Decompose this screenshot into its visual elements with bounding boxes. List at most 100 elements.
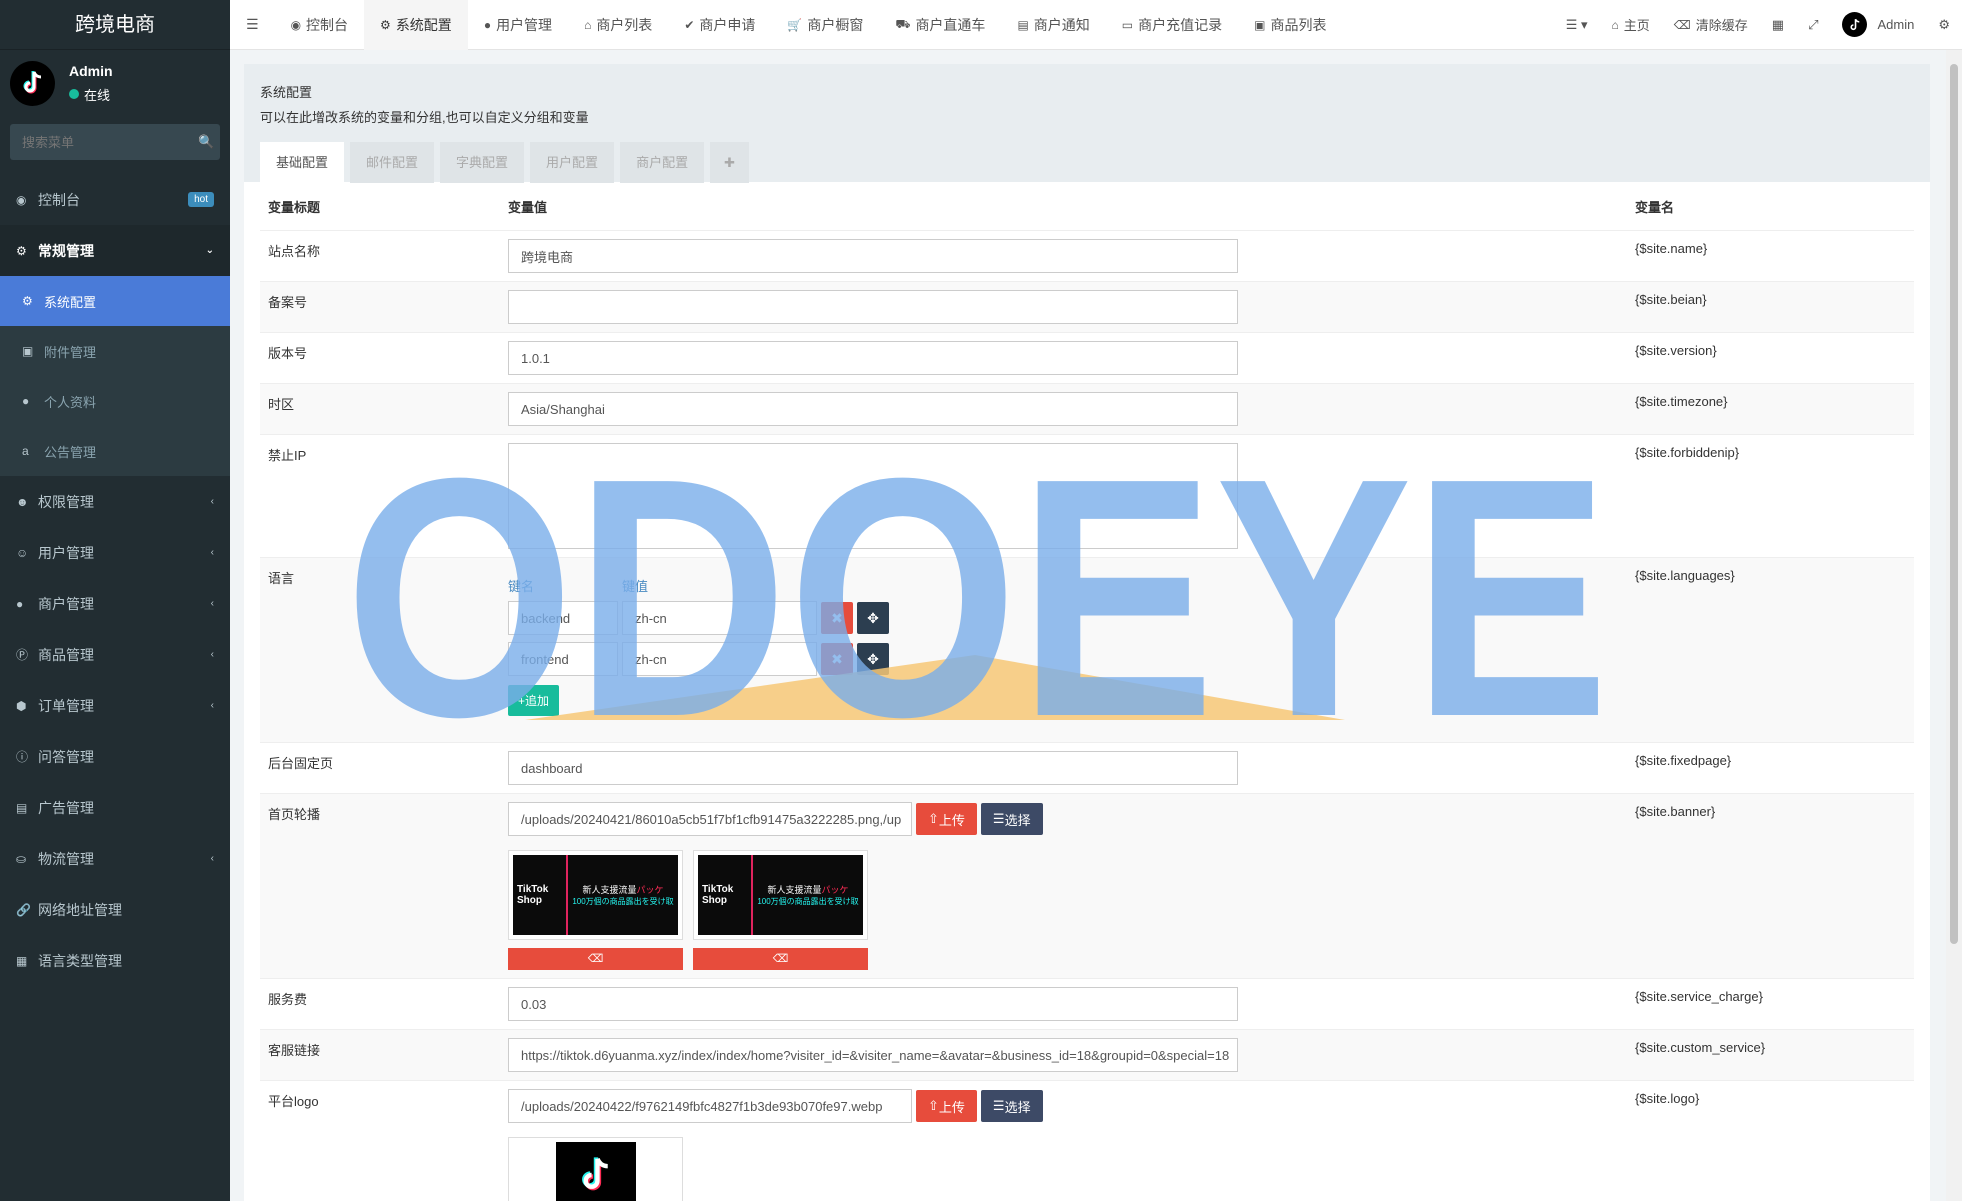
select-button[interactable]: ☰ 选择: [980, 1090, 1043, 1122]
tab-email[interactable]: 邮件配置: [350, 142, 435, 183]
brand-logo[interactable]: 跨境电商: [0, 0, 230, 50]
arrows-icon: ✥: [867, 650, 879, 667]
header-name: 变量名: [1635, 199, 1675, 215]
avatar: [1842, 12, 1868, 37]
sidebar-item-dashboard[interactable]: ◉ 控制台 hot: [0, 174, 230, 225]
times-icon: ✖: [831, 609, 843, 626]
trash-icon: ⌫: [587, 953, 604, 965]
remove-row-button[interactable]: ✖: [821, 643, 853, 675]
sidebar-item-notice[interactable]: a 公告管理: [0, 426, 230, 476]
sidebar-item-attachments[interactable]: ▣ 附件管理: [0, 326, 230, 376]
site-name-input[interactable]: 跨境电商: [508, 239, 1238, 273]
tab-merchant-window[interactable]: 🛒 商户橱窗: [771, 0, 879, 50]
thumb-text: 100万個の商品露出を受け取: [757, 897, 859, 906]
forbidden-ip-textarea[interactable]: [508, 443, 1238, 549]
tab-merchant-config[interactable]: 商户配置: [620, 142, 705, 183]
sidebar-item-ads[interactable]: ▤ 广告管理: [0, 782, 230, 833]
remove-row-button[interactable]: ✖: [821, 602, 853, 634]
avatar[interactable]: [10, 60, 55, 106]
menu-search-input[interactable]: [22, 134, 198, 150]
home-link[interactable]: ⌂ 主页: [1600, 0, 1662, 50]
top-navbar: ☰ ◉ 控制台 ⚙ 系统配置 ● 用户管理 ⌂ 商户列表 ✔ 商户申请 🛒 商户橱窗 ⛟ 商户…: [230, 0, 1962, 50]
language-switch-icon[interactable]: ▦: [1760, 0, 1796, 50]
version-input[interactable]: 1.0.1: [508, 341, 1238, 375]
tab-basic[interactable]: 基础配置: [260, 142, 345, 183]
tab-dashboard[interactable]: ◉ 控制台: [275, 0, 364, 50]
sidebar-item-network[interactable]: 🔗 网络地址管理: [0, 884, 230, 935]
row-var: {$site.custom_service}: [1635, 1040, 1766, 1055]
scrollbar-thumb[interactable]: [1950, 64, 1958, 944]
sidebar-item-permissions[interactable]: ☻ 权限管理 ‹: [0, 476, 230, 527]
drag-row-button[interactable]: ✥: [857, 602, 889, 634]
header-value: 变量值: [508, 199, 548, 215]
sidebar-item-products[interactable]: Ⓟ 商品管理 ‹: [0, 629, 230, 680]
logo-image[interactable]: [555, 1142, 636, 1201]
sidebar-item-merchants[interactable]: ● 商户管理 ‹: [0, 578, 230, 629]
service-charge-input[interactable]: 0.03: [508, 987, 1238, 1021]
tab-user-config[interactable]: 用户配置: [530, 142, 615, 183]
tab-merchant-notice[interactable]: ▤ 商户通知: [1001, 0, 1105, 50]
sidebar-item-general[interactable]: ⚙ 常规管理 ⌄: [0, 225, 230, 276]
custom-service-input[interactable]: https://tiktok.d6yuanma.xyz/index/index/…: [508, 1038, 1238, 1072]
add-tab-plus-icon[interactable]: ✚: [710, 142, 749, 183]
sidebar-item-qa[interactable]: ⓘ 问答管理: [0, 731, 230, 782]
key-input[interactable]: frontend: [508, 642, 618, 676]
tab-recharge-records[interactable]: ▭ 商户充值记录: [1106, 0, 1238, 50]
user-icon: ●: [22, 394, 30, 408]
user-name: Admin: [1877, 17, 1915, 32]
drag-row-button[interactable]: ✥: [857, 643, 889, 675]
upload-button[interactable]: ⇧ 上传: [916, 803, 977, 835]
sidebar-item-label: 控制台: [38, 191, 80, 208]
value-input[interactable]: zh-cn: [622, 601, 817, 635]
home-icon: ⌂: [1611, 17, 1619, 32]
fixedpage-input[interactable]: dashboard: [508, 751, 1238, 785]
settings-cogs-icon[interactable]: ⚙: [1926, 0, 1962, 50]
clear-cache-button[interactable]: ⌫ 清除缓存: [1662, 0, 1760, 50]
sidebar-item-languages[interactable]: ▦ 语言类型管理: [0, 935, 230, 986]
row-label: 语言: [268, 571, 295, 586]
beian-input[interactable]: [508, 290, 1238, 324]
value-input[interactable]: zh-cn: [622, 642, 817, 676]
table-row: 版本号 1.0.1 {$site.version}: [260, 333, 1914, 384]
sidebar-item-users[interactable]: ☺ 用户管理 ‹: [0, 527, 230, 578]
tab-dictionary[interactable]: 字典配置: [440, 142, 525, 183]
tab-merchant-express[interactable]: ⛟ 商户直通车: [879, 0, 1001, 50]
banner-image[interactable]: TikTok Shop 新人支援流量パッケ 100万個の商品露出を受け取: [693, 850, 868, 940]
tab-system-config[interactable]: ⚙ 系统配置: [364, 0, 468, 50]
table-row: 后台固定页 dashboard {$site.fixedpage}: [260, 743, 1914, 794]
tab-label: 商户直通车: [915, 16, 986, 33]
nav-menu-dropdown[interactable]: ☰ ▾: [1554, 0, 1600, 50]
cube-icon: ⬢: [16, 698, 27, 713]
delete-image-button[interactable]: ⌫: [693, 948, 868, 970]
append-button[interactable]: +追加: [508, 685, 560, 716]
sidebar-item-label: 系统配置: [44, 294, 97, 310]
tab-users[interactable]: ● 用户管理: [468, 0, 568, 50]
thumb-text: Shop: [517, 895, 542, 906]
fullscreen-icon[interactable]: ⤢: [1796, 0, 1830, 50]
gear-icon: ⚙: [22, 294, 33, 308]
tab-merchant-apply[interactable]: ✔ 商户申请: [668, 0, 771, 50]
key-input[interactable]: backend: [508, 601, 618, 635]
banner-input[interactable]: /uploads/20240421/86010a5cb51f7bf1cfb914…: [508, 802, 912, 836]
sidebar-item-orders[interactable]: ⬢ 订单管理 ‹: [0, 680, 230, 731]
timezone-input[interactable]: Asia/Shanghai: [508, 392, 1238, 426]
search-icon[interactable]: 🔍: [198, 134, 214, 150]
sidebar-item-logistics[interactable]: ⛀ 物流管理 ‹: [0, 833, 230, 884]
sidebar-item-system-config[interactable]: ⚙ 系统配置: [0, 276, 230, 326]
upload-button[interactable]: ⇧ 上传: [916, 1090, 977, 1122]
delete-image-button[interactable]: ⌫: [508, 948, 683, 970]
scrollbar[interactable]: [1946, 50, 1962, 1201]
sidebar-item-label: 物流管理: [38, 850, 94, 867]
menu-toggle-icon[interactable]: ☰: [230, 0, 275, 50]
user-menu[interactable]: Admin: [1830, 0, 1926, 50]
sidebar-item-label: 语言类型管理: [38, 952, 122, 969]
online-dot: [69, 89, 79, 99]
row-var: {$site.name}: [1635, 241, 1708, 256]
banner-image[interactable]: TikTok Shop 新人支援流量パッケ 100万個の商品露出を受け取: [508, 850, 683, 940]
logo-input[interactable]: /uploads/20240422/f9762149fbfc4827f1b3de…: [508, 1089, 912, 1123]
tab-merchant-list[interactable]: ⌂ 商户列表: [568, 0, 668, 50]
tab-product-list[interactable]: ▣ 商品列表: [1238, 0, 1342, 50]
check-circle-icon: ✔: [684, 17, 695, 32]
select-button[interactable]: ☰ 选择: [980, 803, 1043, 835]
sidebar-item-profile[interactable]: ● 个人资料: [0, 376, 230, 426]
